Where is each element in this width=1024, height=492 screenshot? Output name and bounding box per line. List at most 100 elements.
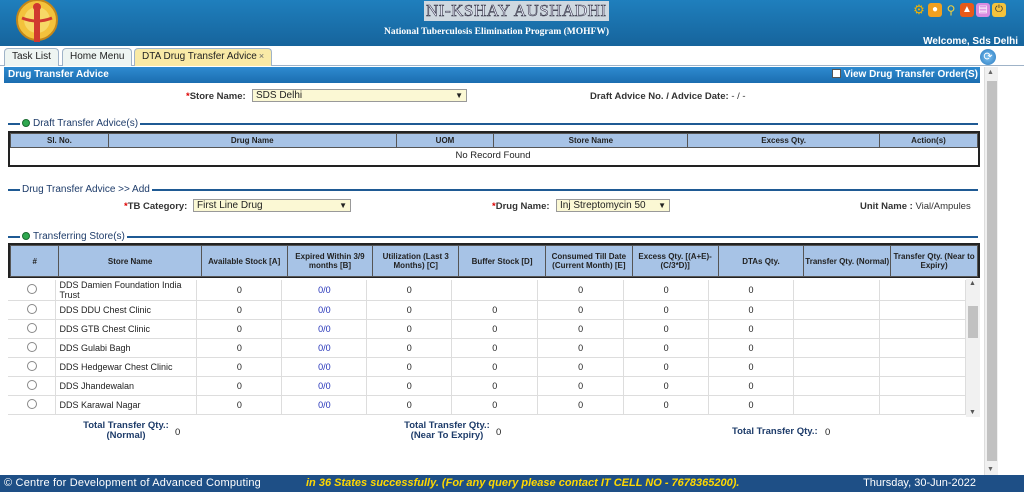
- tab-dta-drug-transfer-advice[interactable]: DTA Drug Transfer Advice ×: [134, 48, 273, 66]
- scroll-up-icon[interactable]: ▲: [987, 69, 994, 76]
- expired-link[interactable]: 0/0: [281, 319, 368, 339]
- col-hash: #: [9, 245, 60, 277]
- chevron-down-icon: ▼: [455, 91, 463, 100]
- available-stock-cell: 0: [196, 280, 283, 301]
- store-name-cell: DDS Karawal Nagar: [55, 395, 198, 415]
- table-row[interactable]: DDS Gulabi Bagh 0 0/0 0 0 0 0 0: [8, 338, 966, 358]
- table-row[interactable]: DDS GTB Chest Clinic 0 0/0 0 0 0 0 0: [8, 319, 966, 339]
- store-name-cell: DDS Jhandewalan: [55, 376, 198, 396]
- transfer-expiry-input[interactable]: [879, 280, 966, 301]
- refresh-icon[interactable]: ⟳: [980, 49, 996, 65]
- transfer-normal-input[interactable]: [793, 376, 880, 396]
- col-actions: Action(s): [879, 133, 978, 148]
- tab-label: Home Menu: [70, 51, 125, 62]
- no-record-text: No Record Found: [455, 150, 531, 161]
- scroll-down-icon[interactable]: ▼: [987, 466, 994, 473]
- view-transfer-order-checkbox[interactable]: View Drug Transfer Order(S): [831, 69, 978, 80]
- row-select-radio[interactable]: [26, 284, 37, 294]
- user-icon[interactable]: ●: [928, 3, 942, 17]
- total-expiry-value: 0: [496, 427, 502, 438]
- table-row[interactable]: DDS Hedgewar Chest Clinic 0 0/0 0 0 0 0 0: [8, 357, 966, 377]
- scroll-up-icon[interactable]: ▲: [969, 280, 976, 287]
- transfer-expiry-input[interactable]: [879, 338, 966, 358]
- checkbox-box[interactable]: [831, 69, 841, 78]
- unit-name-value: Vial/Ampules: [915, 201, 971, 212]
- row-select-radio[interactable]: [26, 304, 37, 314]
- section-divider: [8, 189, 978, 191]
- radio-cell: [8, 300, 57, 320]
- dtas-qty-cell: 0: [708, 300, 794, 320]
- transfer-expiry-input[interactable]: [879, 300, 966, 320]
- table-row[interactable]: DDS Jhandewalan 0 0/0 0 0 0 0 0: [8, 376, 966, 396]
- transfer-expiry-input[interactable]: [879, 376, 966, 396]
- expired-link[interactable]: 0/0: [281, 338, 368, 358]
- page-scrollbar[interactable]: ▲ ▼: [984, 67, 998, 475]
- store-name-select[interactable]: SDS Delhi ▼: [252, 89, 467, 102]
- utilization-cell: 0: [366, 280, 453, 301]
- transfer-rows-scroll[interactable]: DDS Damien Foundation India Trust 0 0/0 0 0 0…: [8, 280, 966, 418]
- dtas-qty-cell: 0: [708, 376, 794, 396]
- close-tab-icon[interactable]: ×: [259, 51, 264, 61]
- buffer-stock-cell: 0: [451, 338, 539, 358]
- footer-date: Thursday, 30-Jun-2022: [863, 477, 976, 489]
- available-stock-cell: 0: [196, 300, 283, 320]
- row-select-radio[interactable]: [26, 323, 37, 333]
- col-uom: UOM: [395, 133, 495, 148]
- table-row[interactable]: DDS Karawal Nagar 0 0/0 0 0 0 0 0: [8, 395, 966, 415]
- row-select-radio[interactable]: [26, 342, 37, 352]
- row-select-radio[interactable]: [26, 361, 37, 371]
- expired-link[interactable]: 0/0: [281, 395, 368, 415]
- drug-name-label: *Drug Name:: [492, 201, 550, 212]
- chevron-down-icon: ▼: [658, 201, 666, 210]
- transfer-normal-input[interactable]: [793, 338, 880, 358]
- tb-category-select[interactable]: First Line Drug ▼: [193, 199, 351, 212]
- profile-icon[interactable]: ▤: [976, 3, 990, 17]
- row-select-radio[interactable]: [26, 380, 37, 390]
- transfer-expiry-input[interactable]: [879, 395, 966, 415]
- table-row[interactable]: DDS Damien Foundation India Trust 0 0/0 0 0 0…: [8, 280, 966, 301]
- radio-cell: [8, 319, 57, 339]
- drug-name-select[interactable]: Inj Streptomycin 50 ▼: [556, 199, 670, 212]
- utilization-cell: 0: [366, 300, 453, 320]
- rows-scrollbar[interactable]: ▲ ▼: [966, 279, 980, 417]
- scroll-thumb[interactable]: [968, 306, 978, 338]
- scroll-thumb[interactable]: [987, 81, 997, 461]
- settings-gear-icon[interactable]: ⚙: [912, 3, 926, 17]
- excess-qty-cell: 0: [623, 280, 710, 301]
- expired-link[interactable]: 0/0: [281, 280, 368, 301]
- transfer-normal-input[interactable]: [793, 280, 880, 301]
- collapse-toggle-icon[interactable]: [22, 119, 30, 127]
- scroll-down-icon[interactable]: ▼: [969, 409, 976, 416]
- transfer-expiry-input[interactable]: [879, 357, 966, 377]
- store-name-cell: DDS Hedgewar Chest Clinic: [55, 357, 198, 377]
- radio-cell: [8, 338, 57, 358]
- radio-cell: [8, 376, 57, 396]
- dtas-qty-cell: 0: [708, 338, 794, 358]
- consumed-cell: 0: [537, 280, 625, 301]
- available-stock-cell: 0: [196, 338, 283, 358]
- transfer-normal-input[interactable]: [793, 395, 880, 415]
- dtas-qty-cell: 0: [708, 280, 794, 301]
- notification-icon[interactable]: ▲: [960, 3, 974, 17]
- add-section-legend: Drug Transfer Advice >> Add: [20, 184, 152, 195]
- collapse-toggle-icon[interactable]: [22, 232, 30, 240]
- table-row[interactable]: DDS DDU Chest Clinic 0 0/0 0 0 0 0 0: [8, 300, 966, 320]
- total-normal-value: 0: [175, 427, 181, 438]
- view-order-label: View Drug Transfer Order(S): [843, 69, 978, 80]
- expired-link[interactable]: 0/0: [281, 376, 368, 396]
- transfer-normal-input[interactable]: [793, 300, 880, 320]
- transfer-normal-input[interactable]: [793, 357, 880, 377]
- dtas-qty-cell: 0: [708, 319, 794, 339]
- transfer-table-header: # Store Name Available Stock [A] Expired…: [9, 245, 978, 277]
- excess-qty-cell: 0: [623, 338, 710, 358]
- available-stock-cell: 0: [196, 319, 283, 339]
- search-key-icon[interactable]: ⚲: [944, 3, 958, 17]
- transfer-normal-input[interactable]: [793, 319, 880, 339]
- transfer-expiry-input[interactable]: [879, 319, 966, 339]
- tab-task-list[interactable]: Task List: [4, 48, 59, 66]
- tab-home-menu[interactable]: Home Menu: [62, 48, 133, 66]
- logout-icon[interactable]: ⏻: [992, 3, 1006, 17]
- expired-link[interactable]: 0/0: [281, 300, 368, 320]
- row-select-radio[interactable]: [26, 399, 37, 409]
- expired-link[interactable]: 0/0: [281, 357, 368, 377]
